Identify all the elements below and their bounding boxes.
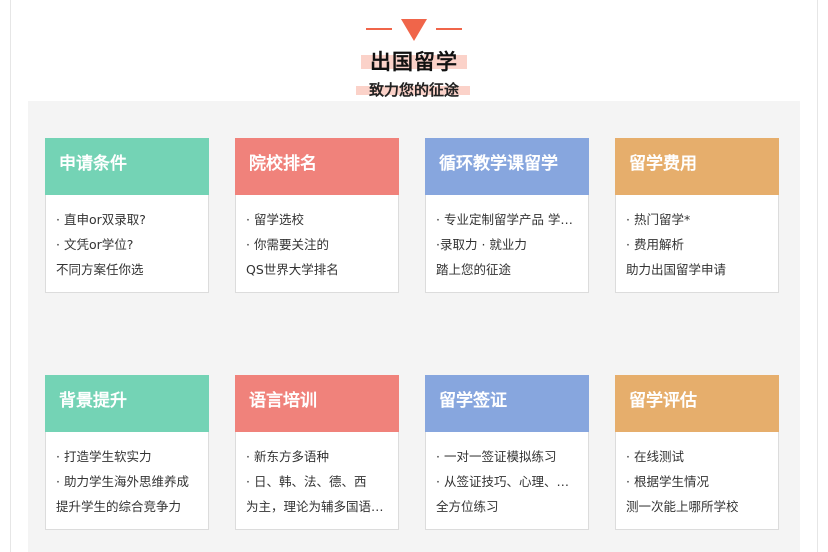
card-line: · 热门留学* <box>626 212 691 227</box>
card-line: 为主，理论为辅多国语言培训 <box>246 499 390 514</box>
card-title: 循环教学课留学 <box>425 138 589 195</box>
card-apply-conditions[interactable]: 申请条件 · 直申or双录取? · 文凭or学位? 不同方案任你选 <box>45 138 209 293</box>
decor-line-left <box>366 28 392 30</box>
card-line: QS世界大学排名 <box>246 262 339 277</box>
card-title: 申请条件 <box>45 138 209 195</box>
card-line: · 助力学生海外思维养成 <box>56 474 189 489</box>
card-line: · 专业定制留学产品 学费无忧 <box>436 212 580 227</box>
card-cyclic-teaching[interactable]: 循环教学课留学 · 专业定制留学产品 学费无忧 ·录取力 · 就业力 踏上您的征… <box>425 138 589 293</box>
card-line: ·录取力 · 就业力 <box>436 237 527 252</box>
card-title: 留学费用 <box>615 138 779 195</box>
card-line: · 根据学生情况 <box>626 474 709 489</box>
section-subtitle: 致力您的征途 <box>368 81 459 99</box>
card-line: · 新东方多语种 <box>246 449 329 464</box>
card-line: 不同方案任你选 <box>56 262 144 277</box>
card-study-visa[interactable]: 留学签证 · 一对一签证模拟练习 · 从签证技巧、心理、着装 全方位练习 <box>425 375 589 530</box>
card-line: · 文凭or学位? <box>56 237 134 252</box>
card-line: · 一对一签证模拟练习 <box>436 449 557 464</box>
card-line: 踏上您的征途 <box>436 262 512 277</box>
card-line: · 从签证技巧、心理、着装 <box>436 474 580 489</box>
card-language-training[interactable]: 语言培训 · 新东方多语种 · 日、韩、法、德、西 为主，理论为辅多国语言培训 <box>235 375 399 530</box>
card-line: · 打造学生软实力 <box>56 449 152 464</box>
card-background-boost[interactable]: 背景提升 · 打造学生软实力 · 助力学生海外思维养成 提升学生的综合竞争力 <box>45 375 209 530</box>
card-title: 语言培训 <box>235 375 399 432</box>
services-panel: 申请条件 · 直申or双录取? · 文凭or学位? 不同方案任你选 院校排名 ·… <box>28 101 800 552</box>
card-line: · 日、韩、法、德、西 <box>246 474 367 489</box>
section-header: 出国留学 致力您的征途 <box>0 0 828 100</box>
section-title: 出国留学 <box>370 50 458 74</box>
card-title: 背景提升 <box>45 375 209 432</box>
card-school-ranking[interactable]: 院校排名 · 留学选校 · 你需要关注的 QS世界大学排名 <box>235 138 399 293</box>
card-title: 留学签证 <box>425 375 589 432</box>
card-title: 院校排名 <box>235 138 399 195</box>
card-line: 测一次能上哪所学校 <box>626 499 739 514</box>
card-line: · 留学选校 <box>246 212 304 227</box>
card-line: · 你需要关注的 <box>246 237 329 252</box>
card-study-assessment[interactable]: 留学评估 · 在线测试 · 根据学生情况 测一次能上哪所学校 <box>615 375 779 530</box>
card-title: 留学评估 <box>615 375 779 432</box>
card-line: 提升学生的综合竞争力 <box>56 499 182 514</box>
decor-line-right <box>436 28 462 30</box>
card-line: 助力出国留学申请 <box>626 262 727 277</box>
card-line: · 在线测试 <box>626 449 684 464</box>
card-study-costs[interactable]: 留学费用 · 热门留学* · 费用解析 助力出国留学申请 <box>615 138 779 293</box>
triangle-down-icon <box>401 19 427 41</box>
card-line: 全方位练习 <box>436 499 499 514</box>
card-line: · 费用解析 <box>626 237 684 252</box>
card-line: · 直申or双录取? <box>56 212 146 227</box>
